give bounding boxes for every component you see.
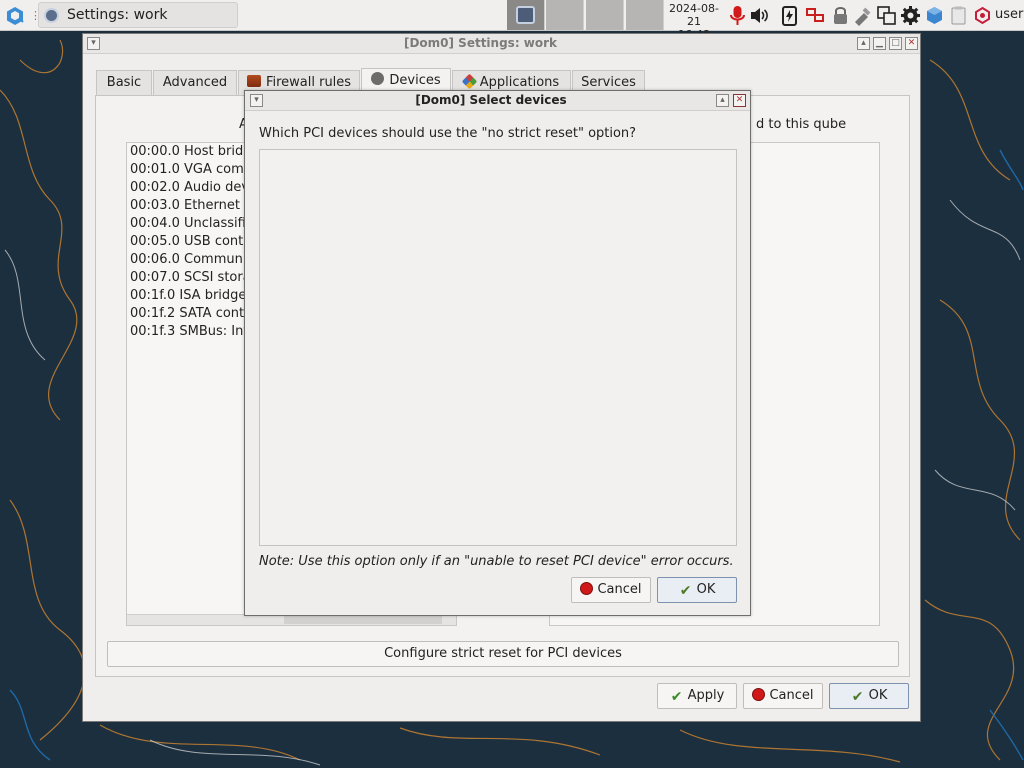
apply-button[interactable]: ✔ Apply	[657, 683, 737, 709]
microphone-icon[interactable]	[727, 5, 748, 26]
workspace-1[interactable]	[507, 0, 545, 30]
clipboard-icon[interactable]	[948, 5, 969, 26]
devices-icon	[371, 72, 385, 85]
window-close-button[interactable]: ✕	[905, 37, 918, 50]
ok-label: OK	[868, 688, 888, 703]
selected-devices-header: d to this qube	[756, 117, 847, 132]
applications-icon	[461, 73, 478, 90]
workspace-4[interactable]	[626, 0, 664, 30]
window-shade-button[interactable]: ▴	[857, 37, 870, 50]
workspace-2[interactable]	[546, 0, 584, 30]
configure-strict-reset-button[interactable]: Configure strict reset for PCI devices	[107, 641, 899, 667]
network-icon[interactable]	[805, 5, 826, 26]
ok-button[interactable]: ✔ OK	[829, 683, 909, 709]
clock-date: 2024-08-21	[669, 2, 719, 28]
cancel-label: Cancel	[597, 582, 642, 597]
tab-label: Advanced	[162, 75, 228, 90]
window-manager-icon[interactable]	[876, 5, 897, 26]
settings-window-title: [Dom0] Settings: work	[403, 36, 558, 50]
user-qube-icon[interactable]	[972, 5, 993, 26]
window-maximize-button[interactable]: □	[889, 37, 902, 50]
cancel-button[interactable]: Cancel	[743, 683, 823, 709]
workspace-3[interactable]	[586, 0, 624, 30]
usb-devices-icon[interactable]	[852, 5, 873, 26]
window-minimize-button[interactable]: ▁	[873, 37, 886, 50]
dialog-cancel-button[interactable]: Cancel	[571, 577, 651, 603]
taskbar: ⋮ Settings: work 2024-08-21 16:48	[0, 0, 1024, 41]
dialog-title: [Dom0] Select devices	[415, 93, 567, 107]
window-shade-button[interactable]: ▴	[716, 94, 729, 107]
tab-basic[interactable]: Basic	[96, 70, 152, 96]
tab-label: Firewall rules	[265, 75, 352, 90]
dialog-ok-button[interactable]: ✔ OK	[657, 577, 737, 603]
qubes-domains-icon[interactable]	[924, 5, 945, 26]
tab-label: Devices	[389, 73, 441, 88]
lock-icon[interactable]	[830, 5, 851, 26]
dialog-note: Note: Use this option only if an "unable…	[259, 554, 734, 569]
cancel-label: Cancel	[769, 688, 814, 703]
dialog-question: Which PCI devices should use the "no str…	[259, 126, 637, 141]
ok-label: OK	[696, 582, 716, 597]
cancel-icon	[580, 582, 594, 595]
tab-label: Basic	[106, 75, 142, 90]
tab-advanced[interactable]: Advanced	[153, 70, 237, 96]
apply-label: Apply	[687, 688, 725, 703]
workspace-window-icon	[516, 6, 535, 24]
user-label: user	[995, 7, 1024, 22]
task-button-settings-work[interactable]: Settings: work	[38, 2, 238, 28]
taskbar-separator: ⋮	[30, 9, 41, 22]
qubes-menu-icon[interactable]	[4, 5, 26, 27]
settings-app-icon	[44, 8, 59, 23]
settings-titlebar[interactable]: ▾ [Dom0] Settings: work ▴ ▁ □ ✕	[83, 34, 920, 54]
select-devices-dialog: ▾ [Dom0] Select devices ▴ ✕ Which PCI de…	[244, 90, 751, 616]
settings-gear-icon[interactable]	[900, 5, 921, 26]
checkmark-icon: ✔	[670, 689, 683, 705]
scrollbar-thumb[interactable]	[284, 616, 442, 624]
battery-icon[interactable]	[779, 5, 800, 26]
cancel-icon	[752, 688, 766, 701]
volume-icon[interactable]	[749, 5, 770, 26]
ok-icon: ✔	[851, 689, 864, 705]
ok-icon: ✔	[679, 583, 692, 599]
tab-label: Applications	[479, 75, 560, 90]
no-strict-reset-device-list[interactable]	[259, 149, 737, 546]
task-button-label: Settings: work	[67, 7, 168, 23]
firewall-icon	[246, 75, 261, 87]
dialog-titlebar[interactable]: ▾ [Dom0] Select devices ▴ ✕	[245, 91, 750, 111]
tab-label: Services	[581, 75, 636, 90]
dialog-close-button[interactable]: ✕	[733, 94, 746, 107]
